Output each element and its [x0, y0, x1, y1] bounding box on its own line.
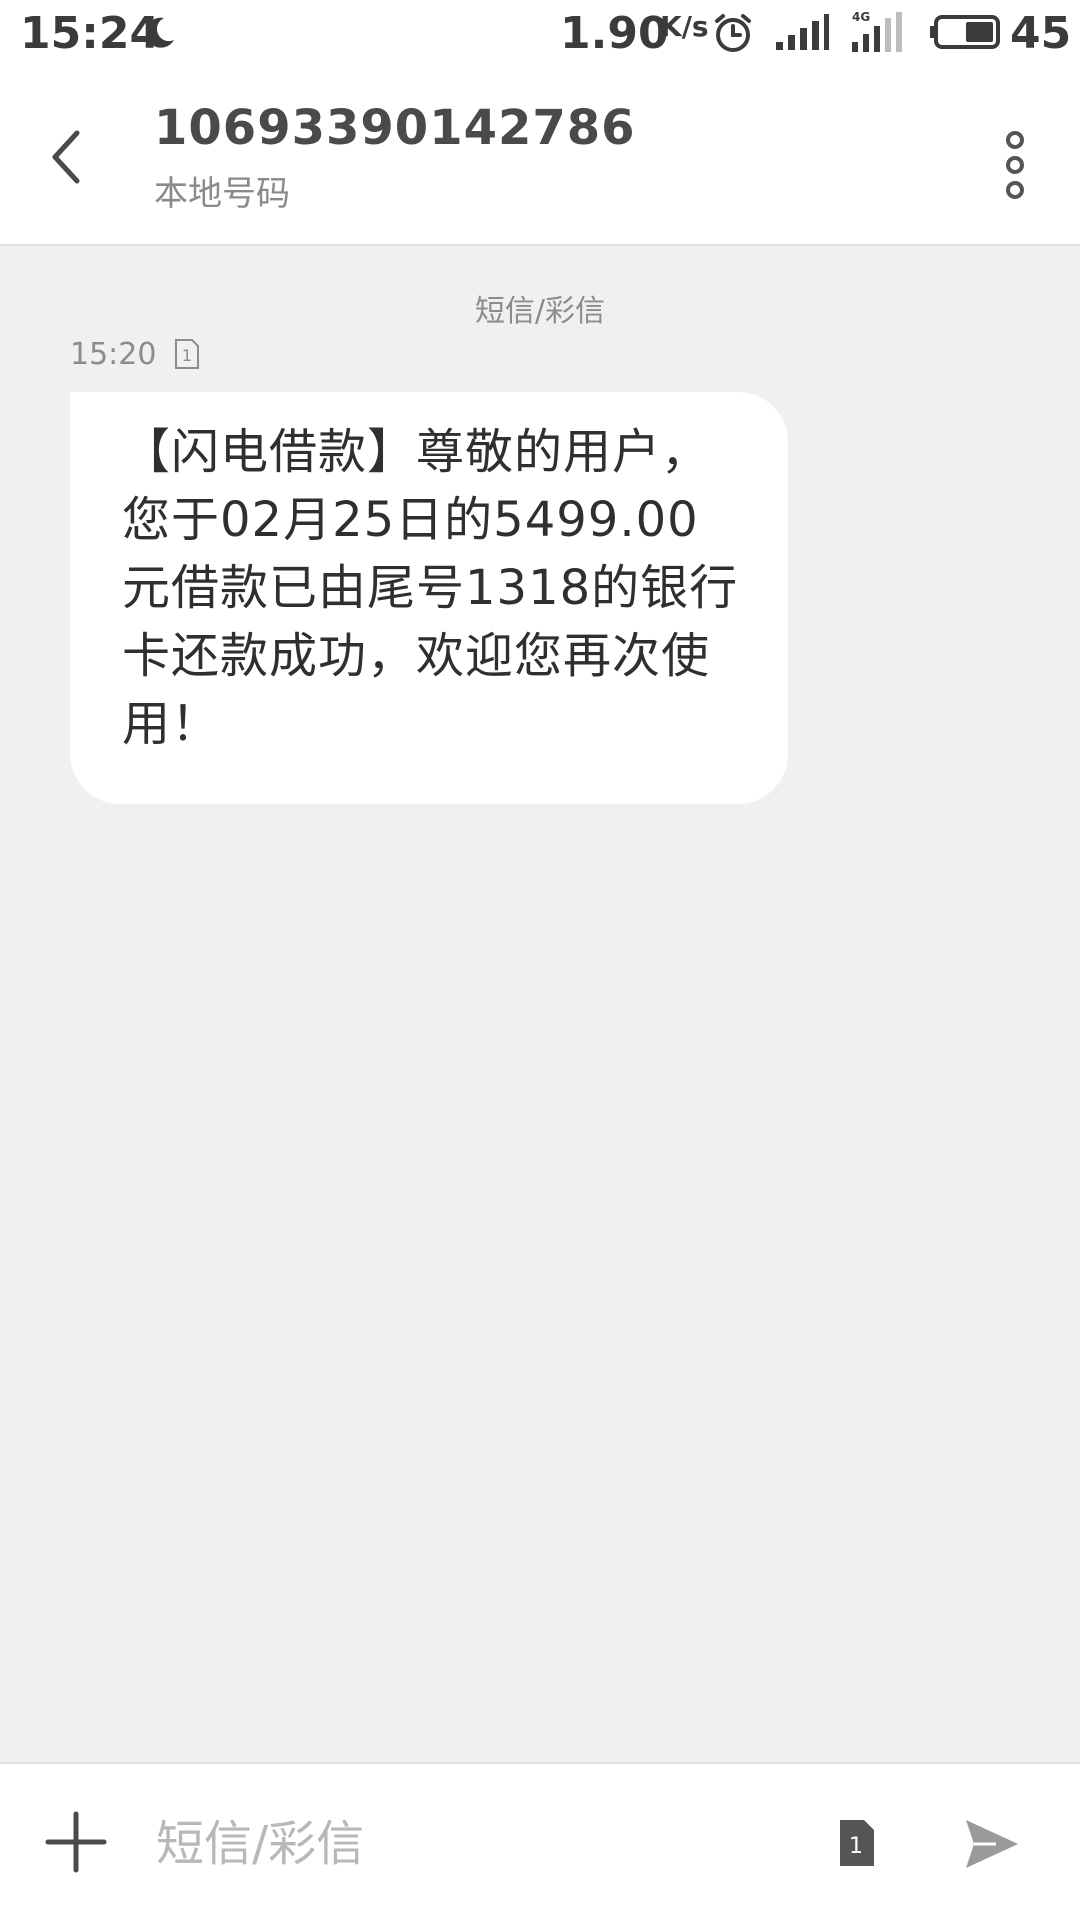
message-input[interactable]	[156, 1804, 776, 1884]
sim-card-icon: 1	[175, 339, 200, 369]
svg-text:4G: 4G	[852, 10, 870, 24]
battery-icon	[930, 15, 1000, 49]
chevron-left-icon	[52, 130, 80, 184]
contact-number: 10693390142786	[154, 100, 636, 156]
battery-level: 45	[1010, 8, 1072, 59]
channel-label: 短信/彩信	[474, 294, 606, 329]
moon-icon	[145, 17, 174, 48]
net-speed: 1.90	[560, 8, 669, 59]
signal-icon	[776, 14, 829, 50]
send-icon[interactable]	[962, 1814, 1022, 1874]
message-list[interactable]: 短信/彩信 15:20 1 【闪电借款】尊敬的用户，您于02月25日的5499.…	[0, 246, 1080, 1762]
svg-text:1: 1	[182, 346, 192, 365]
status-bar: 15:24 1.90 K/s 4G 45	[0, 0, 1080, 72]
more-vertical-icon	[1006, 131, 1024, 199]
sim-select-icon[interactable]: 1	[836, 1818, 876, 1868]
message-text: 【闪电借款】尊敬的用户，您于02月25日的5499.00元借款已由尾号1318的…	[122, 424, 739, 752]
message-bubble[interactable]: 【闪电借款】尊敬的用户，您于02月25日的5499.00元借款已由尾号1318的…	[70, 392, 788, 804]
conversation-header: 10693390142786 本地号码	[0, 72, 1080, 246]
alarm-icon	[715, 14, 751, 52]
composer-bar: 1	[0, 1762, 1080, 1922]
plus-icon[interactable]	[44, 1810, 108, 1874]
more-options-button[interactable]	[990, 120, 1040, 210]
net-speed-unit: K/s	[660, 10, 709, 43]
contact-subtitle: 本地号码	[154, 174, 290, 214]
back-button[interactable]	[30, 112, 100, 202]
signal-4g-icon: 4G	[852, 10, 902, 52]
message-time: 15:20	[70, 336, 157, 372]
message-meta: 15:20 1	[70, 332, 200, 376]
svg-text:1: 1	[849, 1834, 863, 1859]
